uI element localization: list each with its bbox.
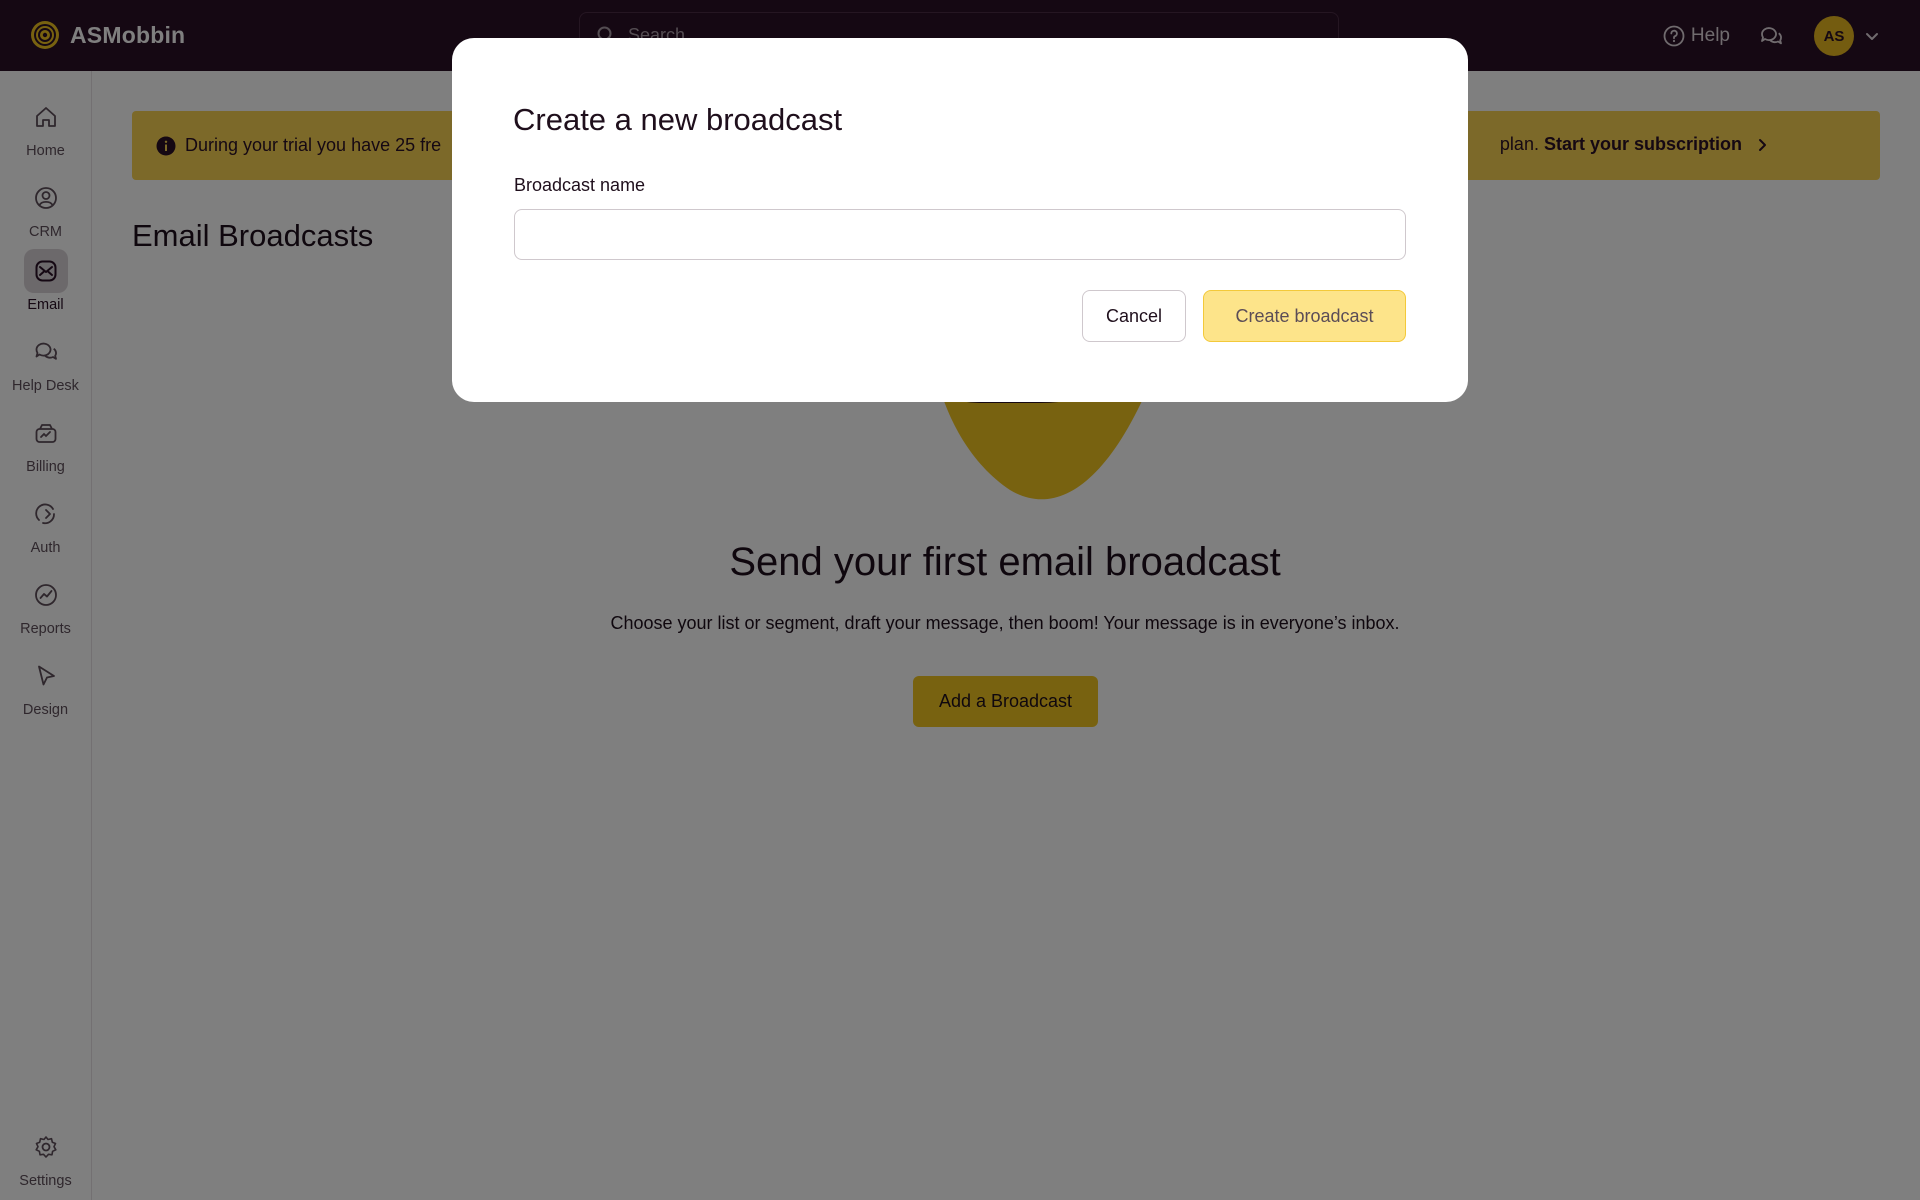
- create-broadcast-button[interactable]: Create broadcast: [1203, 290, 1406, 342]
- create-broadcast-dialog: Create a new broadcast Broadcast name Ca…: [452, 38, 1468, 402]
- broadcast-name-label: Broadcast name: [514, 175, 646, 195]
- dialog-title: Create a new broadcast: [513, 102, 843, 137]
- cancel-button[interactable]: Cancel: [1082, 290, 1186, 342]
- broadcast-name-input[interactable]: [514, 209, 1406, 260]
